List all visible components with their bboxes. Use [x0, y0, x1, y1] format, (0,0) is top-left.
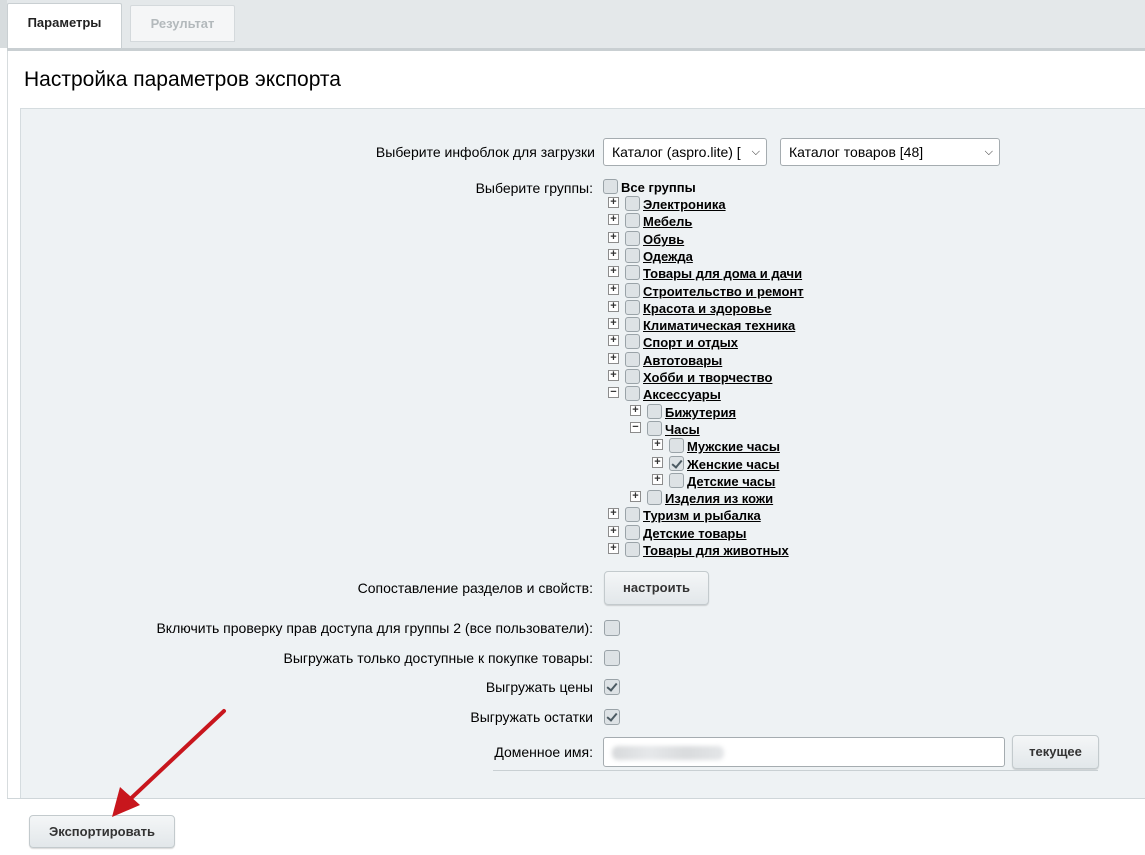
group-link[interactable]: Климатическая техника [643, 318, 795, 333]
option-access-checkbox[interactable] [604, 620, 620, 636]
expand-icon[interactable]: + [652, 439, 663, 450]
page-title: Настройка параметров экспорта [24, 68, 341, 91]
expand-icon[interactable]: + [608, 335, 619, 346]
iblock-type-select[interactable]: Каталог (aspro.lite) [ ⌵ [603, 138, 767, 166]
chevron-down-icon: ⌵ [984, 146, 993, 158]
group-checkbox[interactable] [625, 196, 640, 211]
iblock-type-value: Каталог (aspro.lite) [ [612, 144, 741, 160]
group-link[interactable]: Мужские часы [687, 439, 780, 454]
group-all-label: Все группы [621, 180, 696, 195]
group-link[interactable]: Красота и здоровье [643, 301, 772, 316]
group-link[interactable]: Одежда [643, 249, 693, 264]
group-link[interactable]: Часы [665, 422, 700, 437]
expand-icon[interactable]: + [652, 457, 663, 468]
group-checkbox[interactable] [625, 525, 640, 540]
group-link[interactable]: Изделия из кожи [665, 491, 773, 506]
annotation-arrow-icon [112, 709, 226, 817]
group-all-checkbox[interactable] [603, 179, 618, 194]
expand-icon[interactable]: + [608, 370, 619, 381]
expand-icon[interactable]: + [608, 232, 619, 243]
group-checkbox[interactable] [625, 317, 640, 332]
option-available-checkbox[interactable] [604, 650, 620, 666]
expand-icon[interactable]: + [608, 543, 619, 554]
groups-label: Выберите группы: [475, 180, 593, 196]
option-label-access: Включить проверку прав доступа для групп… [156, 620, 593, 636]
expand-icon[interactable]: + [652, 474, 663, 485]
group-link[interactable]: Мебель [643, 214, 692, 229]
tab-result[interactable]: Результат [130, 5, 235, 42]
group-link[interactable]: Детские товары [643, 526, 746, 541]
expand-icon[interactable]: + [608, 214, 619, 225]
chevron-down-icon: ⌵ [751, 146, 760, 158]
tab-bar: Параметры Результат [0, 0, 1145, 48]
domain-value-blurred [612, 746, 724, 760]
group-link[interactable]: Женские часы [687, 457, 780, 472]
expand-icon[interactable]: + [608, 526, 619, 537]
group-checkbox[interactable] [625, 386, 640, 401]
group-link[interactable]: Спорт и отдых [643, 335, 738, 350]
group-link[interactable]: Хобби и творчество [643, 370, 772, 385]
group-link[interactable]: Детские часы [687, 474, 775, 489]
group-checkbox[interactable] [625, 542, 640, 557]
iblock-label: Выберите инфоблок для загрузки [375, 144, 595, 160]
group-checkbox[interactable] [625, 352, 640, 367]
group-link[interactable]: Туризм и рыбалка [643, 508, 761, 523]
divider [493, 770, 1098, 771]
option-label-stock: Выгружать остатки [470, 709, 593, 725]
configure-button[interactable]: настроить [604, 571, 709, 605]
group-link[interactable]: Автотовары [643, 353, 722, 368]
tab-parameters[interactable]: Параметры [7, 3, 122, 48]
domain-label: Доменное имя: [494, 744, 593, 760]
group-checkbox[interactable] [669, 456, 684, 471]
group-checkbox[interactable] [625, 265, 640, 280]
current-domain-button[interactable]: текущее [1012, 735, 1099, 769]
group-checkbox[interactable] [625, 213, 640, 228]
group-checkbox[interactable] [669, 473, 684, 488]
group-link[interactable]: Бижутерия [665, 405, 736, 420]
group-link[interactable]: Обувь [643, 232, 684, 247]
group-link[interactable]: Электроника [643, 197, 726, 212]
group-link[interactable]: Товары для дома и дачи [643, 266, 802, 281]
expand-icon[interactable]: + [608, 249, 619, 260]
group-checkbox[interactable] [625, 300, 640, 315]
group-checkbox[interactable] [625, 507, 640, 522]
group-checkbox[interactable] [625, 248, 640, 263]
group-checkbox[interactable] [647, 490, 662, 505]
option-label-prices: Выгружать цены [485, 679, 593, 695]
expand-icon[interactable]: + [608, 197, 619, 208]
group-checkbox[interactable] [625, 231, 640, 246]
group-link[interactable]: Строительство и ремонт [643, 284, 804, 299]
group-link[interactable]: Аксессуары [643, 387, 721, 402]
expand-icon[interactable]: + [608, 301, 619, 312]
expand-icon[interactable]: + [608, 353, 619, 364]
group-checkbox[interactable] [647, 421, 662, 436]
group-link[interactable]: Товары для животных [643, 543, 789, 558]
expand-icon[interactable]: + [608, 318, 619, 329]
expand-icon[interactable]: + [608, 284, 619, 295]
expand-icon[interactable]: + [608, 508, 619, 519]
expand-icon[interactable]: + [608, 266, 619, 277]
collapse-icon[interactable]: − [630, 422, 641, 433]
iblock-catalog-select[interactable]: Каталог товаров [48] ⌵ [780, 138, 1000, 166]
group-checkbox[interactable] [625, 369, 640, 384]
collapse-icon[interactable]: − [608, 387, 619, 398]
group-checkbox[interactable] [669, 438, 684, 453]
group-checkbox[interactable] [647, 404, 662, 419]
option-prices-checkbox[interactable] [604, 679, 620, 695]
option-label-available: Выгружать только доступные к покупке тов… [283, 650, 593, 666]
expand-icon[interactable]: + [630, 405, 641, 416]
group-checkbox[interactable] [625, 334, 640, 349]
mapping-label: Сопоставление разделов и свойств: [357, 580, 593, 596]
domain-input[interactable] [603, 737, 1005, 767]
iblock-catalog-value: Каталог товаров [48] [789, 144, 924, 160]
expand-icon[interactable]: + [630, 491, 641, 502]
option-stock-checkbox[interactable] [604, 709, 620, 725]
group-checkbox[interactable] [625, 283, 640, 298]
